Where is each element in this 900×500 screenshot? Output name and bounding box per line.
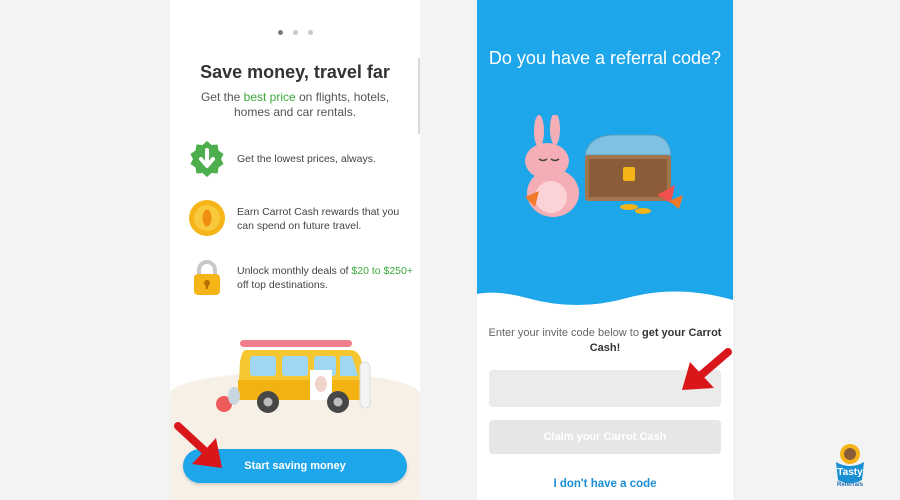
referral-screen: Do you have a referral code? Enter your … [477, 0, 733, 500]
feature-text: Unlock monthly deals of $20 to $250+ off… [237, 265, 413, 291]
svg-text:Tasty: Tasty [837, 467, 863, 478]
feature-carrot-cash: Earn Carrot Cash rewards that you can sp… [188, 199, 413, 237]
padlock-icon [194, 260, 220, 295]
subtitle-highlight: best price [243, 90, 296, 104]
feature-lowest-prices: Get the lowest prices, always. [188, 140, 413, 178]
deal-amount: $20 to $250+ [351, 265, 413, 277]
bunny-treasure-illustration [525, 115, 683, 217]
page-indicator [170, 30, 420, 35]
tasty-referrals-logo: Tasty Referrals [836, 444, 864, 488]
feature-text: Earn Carrot Cash rewards that you can sp… [237, 206, 400, 232]
no-code-link[interactable]: I don't have a code [477, 478, 733, 490]
red-arrow-icon [174, 422, 222, 468]
svg-text:Referrals: Referrals [837, 482, 864, 488]
van-illustration [216, 340, 371, 413]
page-dot-2[interactable] [292, 30, 298, 35]
page-dot-1[interactable] [277, 30, 283, 35]
feature-monthly-deals: Unlock monthly deals of $20 to $250+ off… [188, 258, 413, 296]
feature-text: Get the lowest prices, always. [237, 153, 376, 165]
page-dot-3[interactable] [307, 30, 313, 35]
referral-title: Do you have a referral code? [488, 48, 722, 68]
page-subtitle: Get the best price on flights, hotels, h… [200, 90, 390, 119]
page-title: Save money, travel far [200, 62, 390, 82]
down-arrow-badge-icon [190, 141, 224, 177]
coin-icon [189, 200, 225, 236]
claim-carrot-cash-button[interactable]: Claim your Carrot Cash [489, 420, 721, 454]
red-arrow-icon [682, 348, 732, 390]
